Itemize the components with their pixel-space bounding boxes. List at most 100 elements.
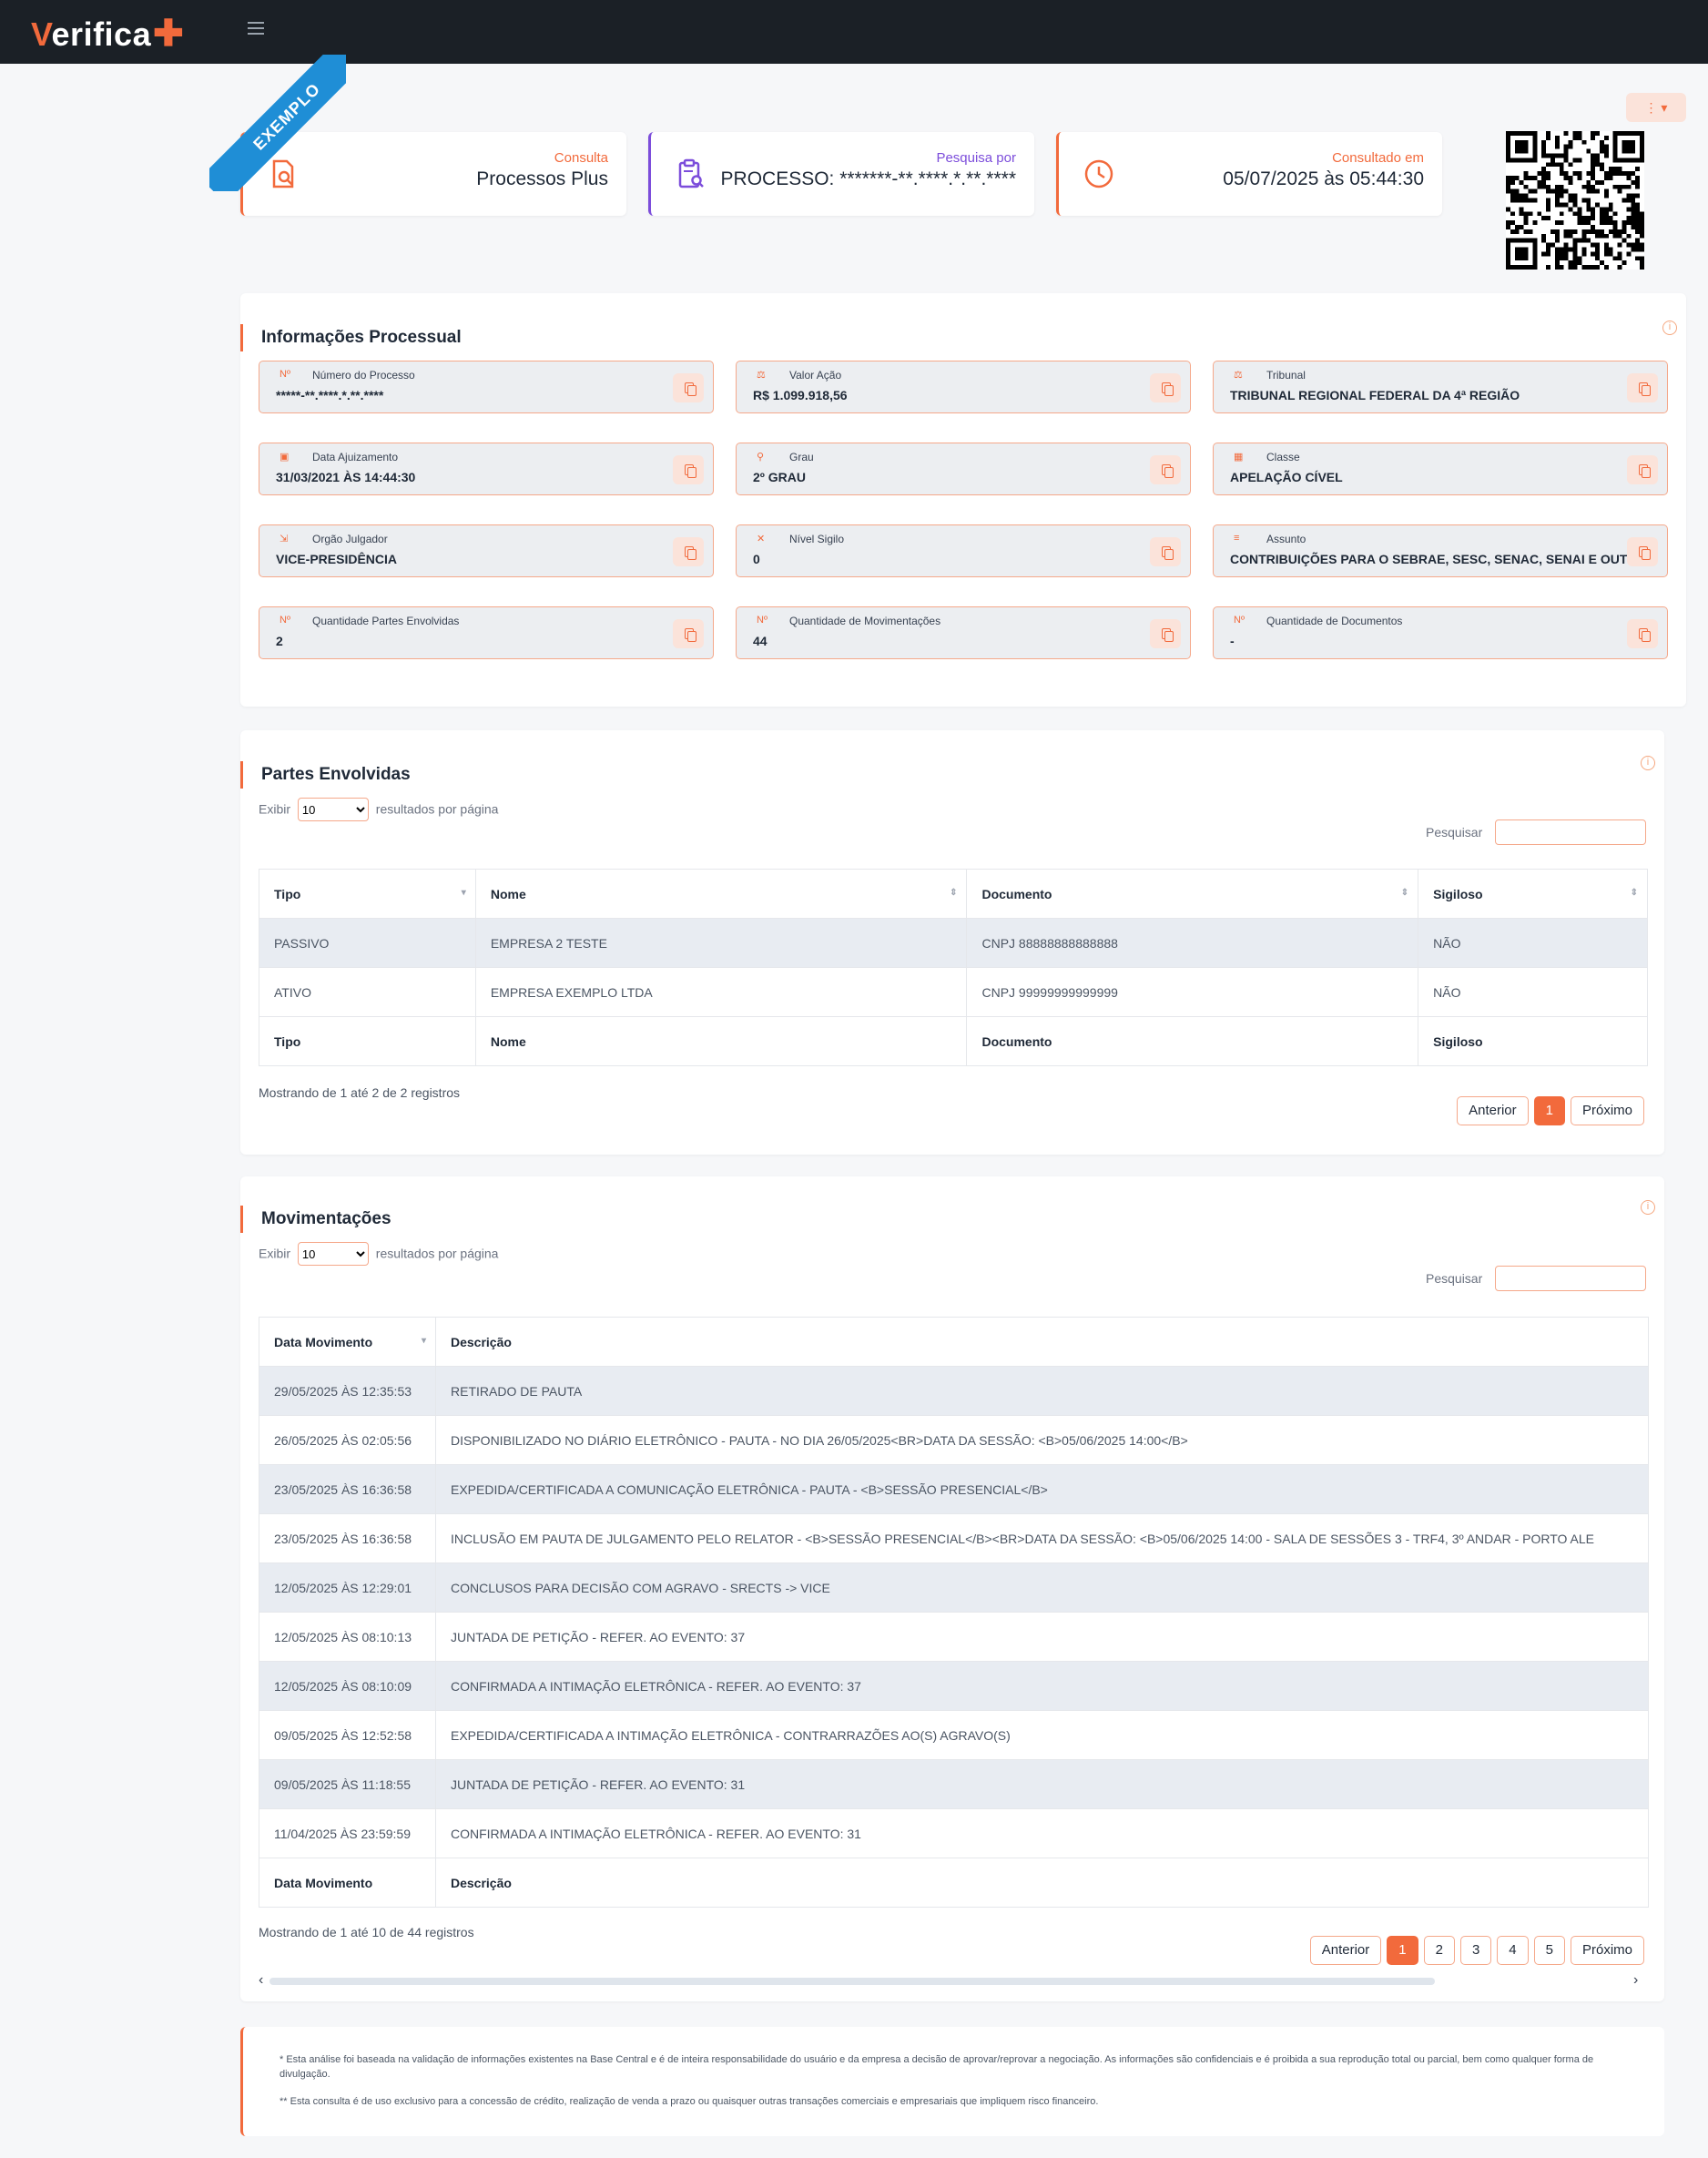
info-icon[interactable]: i [1641,756,1655,770]
card-label: Consulta [554,150,608,166]
field-card: ▦ Classe APELAÇÃO CÍVEL [1213,443,1668,495]
search-label: Pesquisar [1426,1271,1483,1286]
card-value: 05/07/2025 às 05:44:30 [1223,168,1424,189]
sort-icon[interactable]: ⇕ [1401,888,1408,898]
previous-page-button[interactable]: Anterior [1309,1936,1382,1965]
copy-button[interactable] [673,455,704,484]
partes-panel: Partes Envolvidas i Exibir 10 resultados… [240,730,1664,1155]
pesquisa-card: Pesquisa por PROCESSO: *******-**.****.*… [648,132,1034,216]
page-button[interactable]: 1 [1387,1936,1418,1965]
table-cell: NÃO [1418,967,1648,1017]
field-label: Nível Sigilo [789,533,845,545]
info-icon[interactable]: i [1662,321,1677,335]
table-info: Mostrando de 1 até 2 de 2 registros [259,1085,461,1100]
sort-icon[interactable]: ▾ [422,1336,426,1346]
copy-button[interactable] [1627,619,1658,648]
field-card: Nº Quantidade Partes Envolvidas 2 [259,606,714,659]
table-info: Mostrando de 1 até 10 de 44 registros [259,1925,474,1939]
column-header[interactable]: Documento ⇕ [966,869,1419,919]
field-label: Assunto [1266,533,1306,545]
copy-button[interactable] [1150,455,1181,484]
ribbon-label: EXEMPLO [209,55,346,191]
field-value: APELAÇÃO CÍVEL [1230,470,1343,484]
table-cell: CNPJ 88888888888888 [966,918,1419,968]
copy-button[interactable] [1627,537,1658,566]
column-header[interactable]: Sigiloso ⇕ [1418,869,1648,919]
page-button[interactable]: 2 [1423,1936,1455,1965]
search-input[interactable] [1495,1266,1646,1291]
page-button[interactable]: 4 [1497,1936,1529,1965]
footer-cell: Nome [474,1016,968,1066]
page-length-control: Exibir 10 resultados por página [259,798,498,821]
copy-button[interactable] [673,619,704,648]
horizontal-scrollbar[interactable] [269,1978,1435,1985]
field-icon: ⚖ [1234,370,1243,381]
page-button[interactable]: 5 [1533,1936,1565,1965]
sort-icon[interactable]: ▾ [462,888,466,898]
page-button[interactable]: 1 [1533,1096,1565,1125]
field-card: Nº Quantidade de Documentos - [1213,606,1668,659]
info-panel: Informações Processual i Nº Número do Pro… [240,293,1686,707]
copy-button[interactable] [1150,373,1181,402]
info-icon[interactable]: i [1641,1200,1655,1215]
column-header[interactable]: Data Movimento ▾ [259,1317,436,1367]
field-card: ⇲ Orgão Julgador VICE-PRESIDÊNCIA [259,524,714,577]
more-options-button[interactable]: ⋮ ▾ [1626,93,1686,122]
previous-page-button[interactable]: Anterior [1457,1096,1529,1125]
field-value: TRIBUNAL REGIONAL FEDERAL DA 4ª REGIÃO [1230,388,1520,402]
table-cell: EMPRESA 2 TESTE [474,918,968,968]
resultados-label: resultados por página [375,1246,499,1261]
table-cell: 23/05/2025 ÀS 16:36:58 [259,1513,436,1563]
page-length-select[interactable]: 10 [297,1242,369,1266]
field-label: Tribunal [1266,369,1306,382]
table-row: 26/05/2025 ÀS 02:05:56 DISPONIBILIZADO NO… [259,1415,1649,1465]
table-row: 23/05/2025 ÀS 16:36:58 EXPEDIDA/CERTIFICA… [259,1464,1649,1514]
page-button[interactable]: 3 [1459,1936,1492,1965]
table-cell: JUNTADA DE PETIÇÃO - REFER. AO EVENTO: 3… [435,1612,1649,1662]
scroll-right-icon[interactable]: › [1633,1972,1638,1989]
resultados-label: resultados por página [375,801,499,817]
next-page-button[interactable]: Próximo [1570,1096,1644,1125]
table-cell: 09/05/2025 ÀS 11:18:55 [259,1759,436,1809]
field-card: Nº Número do Processo *****-**.****.*.**.*… [259,361,714,413]
field-card: ⚖ Valor Ação R$ 1.099.918,56 [736,361,1191,413]
next-page-button[interactable]: Próximo [1570,1936,1644,1965]
column-header[interactable]: Descrição [435,1317,1649,1367]
search-input[interactable] [1495,819,1646,845]
field-card: ⚲ Grau 2º GRAU [736,443,1191,495]
card-label: Pesquisa por [936,150,1016,166]
table-header-row: Data Movimento ▾ Descrição [259,1317,1649,1367]
example-ribbon: EXEMPLO [209,55,346,191]
copy-button[interactable] [673,373,704,402]
partes-table: Tipo ▾ Nome ⇕ Documento ⇕ Sigiloso ⇕ PASSIVO EMPR… [259,869,1648,1066]
movimentacoes-title: Movimentações [240,1206,391,1233]
logo[interactable]: Verifica✚ [31,13,184,55]
scroll-left-icon[interactable]: ‹ [259,1972,263,1989]
menu-icon[interactable] [248,22,264,35]
copy-button[interactable] [673,537,704,566]
copy-button[interactable] [1627,373,1658,402]
sort-icon[interactable]: ⇕ [950,888,957,898]
table-cell: 23/05/2025 ÀS 16:36:58 [259,1464,436,1514]
exibir-label: Exibir [259,1246,291,1261]
table-row: PASSIVO EMPRESA 2 TESTE CNPJ 8888888888888… [259,918,1648,968]
sort-icon[interactable]: ⇕ [1631,888,1638,898]
card-value: PROCESSO: *******-**.****.*.**.**** [720,168,1016,189]
field-icon: ≡ [1234,533,1240,544]
field-label: Data Ajuizamento [312,451,399,463]
field-value: VICE-PRESIDÊNCIA [276,552,398,566]
page-length-select[interactable]: 10 [297,798,369,821]
field-icon: ✕ [757,534,766,545]
column-header[interactable]: Nome ⇕ [474,869,968,919]
copy-button[interactable] [1150,537,1181,566]
table-cell: 12/05/2025 ÀS 08:10:13 [259,1612,436,1662]
field-icon: Nº [280,369,290,380]
search-label: Pesquisar [1426,825,1483,840]
field-label: Classe [1266,451,1300,463]
copy-button[interactable] [1150,619,1181,648]
table-cell: INCLUSÃO EM PAUTA DE JULGAMENTO PELO REL… [435,1513,1649,1563]
copy-button[interactable] [1627,455,1658,484]
footer-cell: Sigiloso [1418,1016,1648,1066]
column-header[interactable]: Tipo ▾ [259,869,476,919]
table-footer-row: Tipo Nome Documento Sigiloso [259,1016,1648,1066]
